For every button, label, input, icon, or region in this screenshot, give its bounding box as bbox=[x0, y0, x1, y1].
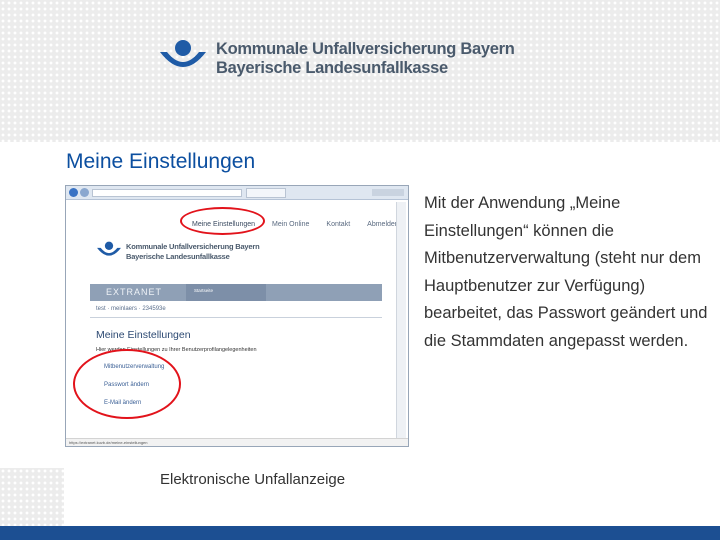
browser-toolbar bbox=[66, 186, 408, 200]
nav-mein-online: Mein Online bbox=[272, 221, 310, 228]
slide-title: Meine Einstellungen bbox=[66, 150, 256, 173]
extranet-label: EXTRANET bbox=[106, 287, 163, 297]
highlight-ellipse-links bbox=[73, 349, 181, 419]
brand-logo: Kommunale Unfallversicherung Bayern Baye… bbox=[158, 38, 515, 82]
forward-icon bbox=[80, 188, 89, 197]
nav-kontakt: Kontakt bbox=[326, 221, 351, 228]
back-icon bbox=[69, 188, 78, 197]
nav-abmelden: Abmelden bbox=[367, 221, 399, 228]
screenshot-status-bar: https://extranet.kuvb.de/meine-einstellu… bbox=[66, 438, 408, 446]
window-controls bbox=[372, 189, 404, 196]
extranet-user: Startseite bbox=[194, 288, 214, 293]
screenshot-logo-line1: Kommunale Unfallversicherung Bayern bbox=[126, 242, 260, 251]
browser-tab bbox=[246, 188, 286, 198]
kuvb-logo-icon bbox=[160, 40, 206, 67]
breadcrumb: test · meinlaers · 234593e bbox=[96, 306, 166, 312]
address-bar bbox=[92, 189, 242, 197]
footer-pattern bbox=[0, 468, 64, 526]
screenshot-scrollbar bbox=[396, 202, 406, 438]
divider bbox=[90, 317, 382, 318]
footer-bar bbox=[0, 526, 720, 540]
extranet-bar: EXTRANET Startseite bbox=[90, 284, 382, 301]
brand-name-line2: Bayerische Landesunfallkasse bbox=[216, 59, 448, 77]
highlight-ellipse-nav bbox=[180, 207, 265, 235]
brand-name-line1: Kommunale Unfallversicherung Bayern bbox=[216, 40, 515, 58]
screenshot-heading: Meine Einstellungen bbox=[96, 329, 191, 341]
screenshot-logo: Kommunale Unfallversicherung Bayern Baye… bbox=[96, 240, 296, 270]
footer-text: Elektronische Unfallanzeige bbox=[160, 471, 346, 488]
slide-description: Mit der Anwendung „Meine Einstellungen“ … bbox=[424, 194, 708, 350]
kuvb-logo-icon bbox=[97, 241, 121, 256]
status-url: https://extranet.kuvb.de/meine-einstellu… bbox=[69, 440, 148, 445]
screenshot-logo-line2: Bayerische Landesunfallkasse bbox=[126, 252, 230, 261]
